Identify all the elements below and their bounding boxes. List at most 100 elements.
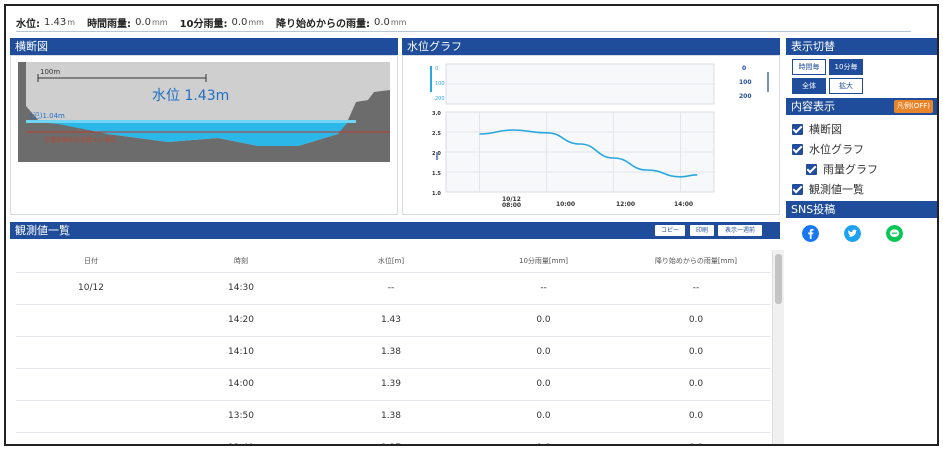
checkbox-icon: [792, 123, 803, 135]
cell-water-level: --: [316, 271, 466, 304]
summary-bar: 水位: 1.43m 時間雨量: 0.0mm 10分雨量: 0.0mm 降り始めか…: [16, 14, 911, 32]
cell-date: [16, 335, 166, 368]
content-display-header: 内容表示 凡例(OFF): [786, 98, 937, 115]
rain-right-tick-1: 100: [739, 79, 752, 86]
hourly-rain-label: 時間雨量:: [87, 19, 132, 30]
checkbox-observations[interactable]: 観測値一覧: [792, 181, 864, 197]
cell-rain10: 0.0: [466, 335, 621, 368]
cell-time: 14:10: [166, 335, 316, 368]
checkbox-icon: [792, 183, 803, 195]
cell-water-level: 1.37: [316, 431, 466, 444]
cell-date: [16, 399, 166, 432]
copy-button[interactable]: コピー: [655, 225, 685, 236]
checkbox-rain-graph[interactable]: 雨量グラフ: [806, 161, 878, 177]
cell-time: 13:50: [166, 399, 316, 432]
water-level-text: 水位 1.43m: [152, 88, 229, 104]
rain-right-axis-bar: [767, 72, 769, 92]
10min-button[interactable]: 10分毎: [829, 59, 863, 75]
cell-total-rain: 0.0: [621, 335, 771, 368]
cell-total-rain: 0.0: [621, 303, 771, 336]
rain-right-tick-0: 0: [742, 65, 746, 72]
graph-header: 水位グラフ: [402, 38, 780, 55]
rain-tick-2: 200: [435, 96, 445, 102]
header-date: 日付: [84, 256, 98, 265]
water-level-value: 1.43m: [44, 17, 75, 28]
observations-title: 観測値一覧: [15, 224, 70, 237]
rain-tick-1: 100: [435, 81, 445, 87]
level-tick-1.0: 1.0: [432, 191, 441, 197]
water-surface: [26, 120, 356, 123]
checkbox-label: 観測値一覧: [809, 183, 864, 196]
rain10-value: 0.0mm: [231, 17, 264, 28]
all-view-button[interactable]: 全体: [792, 78, 826, 94]
x-label-14: 14:00: [674, 201, 693, 208]
cross-section-diagram: 100m 水位 1.43m (氾)1.04m 氾濫危険水位を超えた場合: [18, 62, 390, 162]
table-row: 10/12 14:30 -- -- --: [16, 271, 771, 304]
content-display-title: 内容表示: [791, 100, 835, 113]
cell-time: 14:30: [166, 271, 316, 304]
cell-rain10: 0.0: [466, 367, 621, 400]
level-tick-2.5: 2.5: [432, 131, 441, 137]
header-water-level: 水位[m]: [377, 256, 405, 265]
table-header-row: 日付 時刻 水位[m] 10分雨量[mm] 降り始めからの雨量[mm]: [16, 250, 771, 272]
hourly-button[interactable]: 時間毎: [792, 59, 826, 75]
threshold-text: 氾濫危険水位を超えた場合: [44, 136, 116, 144]
cell-rain10: --: [466, 271, 621, 304]
checkbox-label: 横断図: [809, 123, 842, 136]
cell-total-rain: 0.0: [621, 399, 771, 432]
rain10-label: 10分雨量:: [179, 19, 228, 30]
level-tick-1.5: 1.5: [432, 171, 441, 177]
water-level-number: 1.43: [44, 17, 67, 28]
header-rain10: 10分雨量[mm]: [518, 256, 568, 265]
cell-water-level: 1.38: [316, 399, 466, 432]
table-row: 14:10 1.38 0.0 0.0: [16, 335, 771, 368]
checkbox-cross-section[interactable]: 横断図: [792, 121, 842, 137]
rain-right-tick-2: 200: [739, 93, 752, 100]
cell-time: 14:00: [166, 367, 316, 400]
hourly-rain-number: 0.0: [135, 17, 151, 28]
facebook-icon[interactable]: [802, 225, 819, 242]
sns-header: SNS投稿: [786, 201, 937, 218]
rain-y-axis-bar: [430, 66, 432, 92]
prev-week-button[interactable]: 表示一週前: [718, 225, 762, 236]
cell-total-rain: --: [621, 271, 771, 304]
water-level-graph: 0 100 200 0 100 200 3.0 2.5 2.0 1.5 1.0 …: [430, 63, 769, 209]
header-time: 時刻: [234, 256, 248, 265]
cell-date: 10/12: [16, 271, 166, 304]
table-row: 13:40 1.37 0.0 0.0: [16, 431, 771, 444]
legend-toggle-button[interactable]: 凡例(OFF): [893, 100, 933, 113]
twitter-icon[interactable]: [844, 225, 861, 242]
header-total-rain: 降り始めからの雨量[mm]: [654, 256, 738, 265]
level-y-axis-marker: [436, 152, 438, 160]
total-rain-number: 0.0: [373, 17, 390, 28]
water-level-unit: m: [67, 18, 76, 27]
rain10-unit: mm: [248, 18, 264, 27]
checkbox-icon: [792, 143, 803, 155]
checkbox-icon: [806, 163, 817, 175]
checkbox-label: 水位グラフ: [809, 143, 864, 156]
table-row: 14:00 1.39 0.0 0.0: [16, 367, 771, 400]
cell-water-level: 1.38: [316, 335, 466, 368]
cell-water-level: 1.43: [316, 303, 466, 336]
observations-table: 日付 時刻 水位[m] 10分雨量[mm] 降り始めからの雨量[mm] 10/1…: [16, 250, 771, 444]
zoom-view-button[interactable]: 拡大: [829, 78, 863, 94]
cell-total-rain: 0.0: [621, 367, 771, 400]
display-switch-header: 表示切替: [786, 38, 937, 55]
table-scrollbar-thumb[interactable]: [775, 254, 782, 304]
total-rain-value: 0.0mm: [374, 17, 407, 28]
cell-rain10: 0.0: [466, 303, 621, 336]
x-label-08: 08:00: [502, 202, 521, 209]
checkbox-label: 雨量グラフ: [823, 163, 878, 176]
cell-total-rain: 0.0: [621, 431, 771, 444]
cell-rain10: 0.0: [466, 399, 621, 432]
print-button[interactable]: 印刷: [690, 225, 714, 236]
cross-section-header: 横断図: [10, 38, 398, 55]
cell-date: [16, 431, 166, 444]
total-rain-unit: mm: [390, 18, 407, 27]
checkbox-water-graph[interactable]: 水位グラフ: [792, 141, 864, 157]
table-scrollbar[interactable]: [772, 250, 784, 444]
line-icon[interactable]: [886, 225, 903, 242]
rain-tick-0: 0: [435, 66, 438, 72]
cell-rain10: 0.0: [466, 431, 621, 444]
x-label-12: 12:00: [616, 201, 635, 208]
